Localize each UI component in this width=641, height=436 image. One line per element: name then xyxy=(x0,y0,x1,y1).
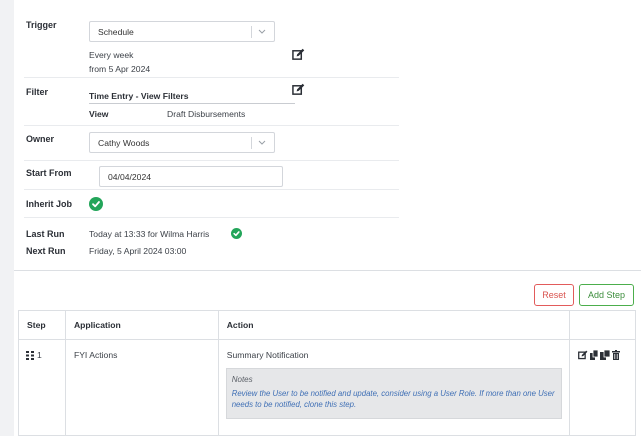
inherit-job-row: Inherit Job xyxy=(24,191,399,218)
table-row[interactable]: 1 FYI Actions Summary Notification Notes… xyxy=(18,339,636,436)
add-step-button[interactable]: Add Step xyxy=(579,284,634,306)
reset-button[interactable]: Reset xyxy=(534,284,574,306)
trash-icon[interactable] xyxy=(611,350,621,360)
trigger-select[interactable]: Schedule xyxy=(89,21,275,42)
column-header-action: Action xyxy=(217,310,571,340)
owner-select[interactable]: Cathy Woods xyxy=(89,132,275,153)
next-run-label: Next Run xyxy=(26,246,66,256)
edit-icon[interactable] xyxy=(578,350,588,360)
start-from-input[interactable] xyxy=(99,166,283,187)
section-divider xyxy=(14,270,641,271)
trigger-select-value: Schedule xyxy=(98,27,134,37)
column-header-tools xyxy=(569,310,636,340)
step-number: 1 xyxy=(37,350,42,360)
filter-row: Filter Time Entry - View Filters View Dr… xyxy=(24,79,399,126)
trigger-label: Trigger xyxy=(26,20,57,30)
table-header-row: Step Application Action xyxy=(18,310,636,340)
chevron-down-icon xyxy=(258,140,266,145)
clone-icon[interactable] xyxy=(600,350,611,360)
trigger-row: Trigger Schedule Every week from 5 Apr 2… xyxy=(24,12,399,78)
step-cell: 1 xyxy=(18,339,66,436)
last-run-value: Today at 13:33 for Wilma Harris xyxy=(89,229,210,239)
filter-view-value: Draft Disbursements xyxy=(167,109,246,119)
owner-select-value: Cathy Woods xyxy=(98,138,150,148)
notes-body: Review the User to be notified and updat… xyxy=(231,389,555,409)
select-separator xyxy=(251,26,252,38)
last-run-label: Last Run xyxy=(26,229,65,239)
inherit-job-checkbox[interactable] xyxy=(89,197,103,211)
notes-title: Notes xyxy=(231,375,253,384)
filter-view-label: View xyxy=(89,109,109,119)
last-run-success-icon xyxy=(231,228,242,239)
schedule-start: from 5 Apr 2024 xyxy=(89,64,151,74)
column-header-application: Application xyxy=(64,310,219,340)
steps-table: Step Application Action 1 FYI Actions Su… xyxy=(18,310,636,436)
application-cell: FYI Actions xyxy=(64,339,219,436)
job-panel: Trigger Schedule Every week from 5 Apr 2… xyxy=(14,0,641,436)
schedule-frequency: Every week xyxy=(89,50,134,60)
select-separator xyxy=(251,137,252,149)
owner-label: Owner xyxy=(26,134,55,144)
filter-label: Filter xyxy=(26,87,49,97)
check-icon xyxy=(92,201,100,208)
notes-box: Notes Review the User to be notified and… xyxy=(225,368,563,419)
filter-name[interactable]: Time Entry - View Filters xyxy=(89,91,189,101)
inherit-job-label: Inherit Job xyxy=(26,199,73,209)
action-cell: Summary Notification Notes Review the Us… xyxy=(217,339,571,436)
start-from-label: Start From xyxy=(26,168,72,178)
start-from-row: Start From xyxy=(24,162,399,190)
action-name: Summary Notification xyxy=(226,350,309,360)
filter-underline xyxy=(89,103,295,104)
application-name: FYI Actions xyxy=(73,350,118,360)
check-icon xyxy=(233,231,240,237)
owner-row: Owner Cathy Woods xyxy=(24,127,399,161)
grip-icon[interactable] xyxy=(26,351,34,361)
next-run-value: Friday, 5 April 2024 03:00 xyxy=(89,246,187,256)
copy-icon[interactable] xyxy=(589,350,599,360)
edit-icon[interactable] xyxy=(292,83,305,96)
row-tools-cell xyxy=(569,339,636,436)
run-info-row: Last Run Today at 13:33 for Wilma Harris… xyxy=(24,219,399,267)
column-header-step: Step xyxy=(18,310,66,340)
edit-icon[interactable] xyxy=(292,48,305,61)
chevron-down-icon xyxy=(258,29,266,34)
